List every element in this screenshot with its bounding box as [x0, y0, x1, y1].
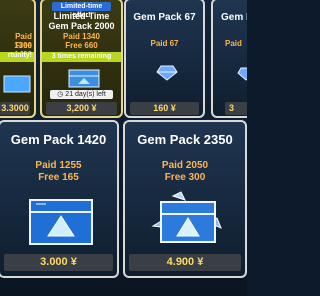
pack-title: Gem Pack 2350: [137, 132, 233, 147]
pack-price: 160 ¥: [130, 102, 199, 115]
pack-price: 3,200 ¥: [46, 102, 117, 115]
pack-paid: Paid 67: [150, 39, 179, 48]
treasure-chest-icon: [2, 70, 32, 94]
gem-pack-card-2350[interactable]: Gem Pack 2350 Paid 2050 Free 300 4.900 ¥: [123, 120, 247, 278]
pack-price: 3.3000 ¥: [0, 102, 30, 115]
time-left-text: 21 day(s) left: [65, 91, 106, 98]
pack-paid: Paid: [225, 39, 242, 48]
pack-price: 4.900 ¥: [129, 254, 241, 271]
remaining-text: 3 times remaining: [51, 53, 112, 60]
pack-free: Free 660: [65, 41, 98, 50]
pack-title: Gem Pack 1420: [10, 132, 107, 147]
gem-shop: Paid 1300 Free 1400 rtunity! 3.3000 ¥ Li…: [0, 0, 247, 296]
pack-title: Gem P: [221, 12, 247, 23]
pack-free: Free 165: [38, 172, 79, 183]
gem-pack-card-partial-left[interactable]: Paid 1300 Free 1400 rtunity! 3.3000 ¥: [0, 0, 36, 118]
pack-free: Free 300: [164, 172, 206, 183]
remaining-banner: 3 times remaining: [42, 52, 121, 62]
treasure-chest-icon: [66, 65, 102, 89]
pack-price: 3: [225, 102, 247, 115]
gem-icon: [156, 64, 178, 82]
treasure-chest-icon: [143, 186, 231, 250]
pack-paid: Paid 1340: [63, 32, 100, 41]
clock-icon: ◷: [57, 91, 64, 98]
promo-banner: rtunity!: [0, 52, 34, 62]
promo-text: rtunity!: [7, 52, 32, 59]
gem-pack-card-67[interactable]: Gem Pack 67 Paid 67 160 ¥: [124, 0, 205, 118]
gem-pack-card-2000[interactable]: Limited-time offer! Limited-Time Gem Pac…: [40, 0, 123, 118]
gem-pack-card-partial-right[interactable]: Gem P Paid 3: [211, 0, 247, 118]
pack-title: Gem Pack 67: [133, 12, 196, 23]
gem-pack-card-1420[interactable]: Gem Pack 1420 Paid 1255 Free 165 3.000 ¥: [0, 120, 119, 278]
limited-offer-badge: Limited-time offer!: [52, 2, 111, 19]
pack-price: 3.000 ¥: [4, 254, 113, 271]
pack-paid: Paid 1255: [35, 160, 82, 171]
gem-icon: [237, 66, 247, 82]
pack-paid: Paid 2050: [161, 160, 209, 171]
treasure-chest-icon: [26, 190, 96, 248]
time-left: ◷ 21 day(s) left: [50, 90, 113, 99]
pack-title: Limited-Time Gem Pack 2000: [48, 11, 115, 31]
